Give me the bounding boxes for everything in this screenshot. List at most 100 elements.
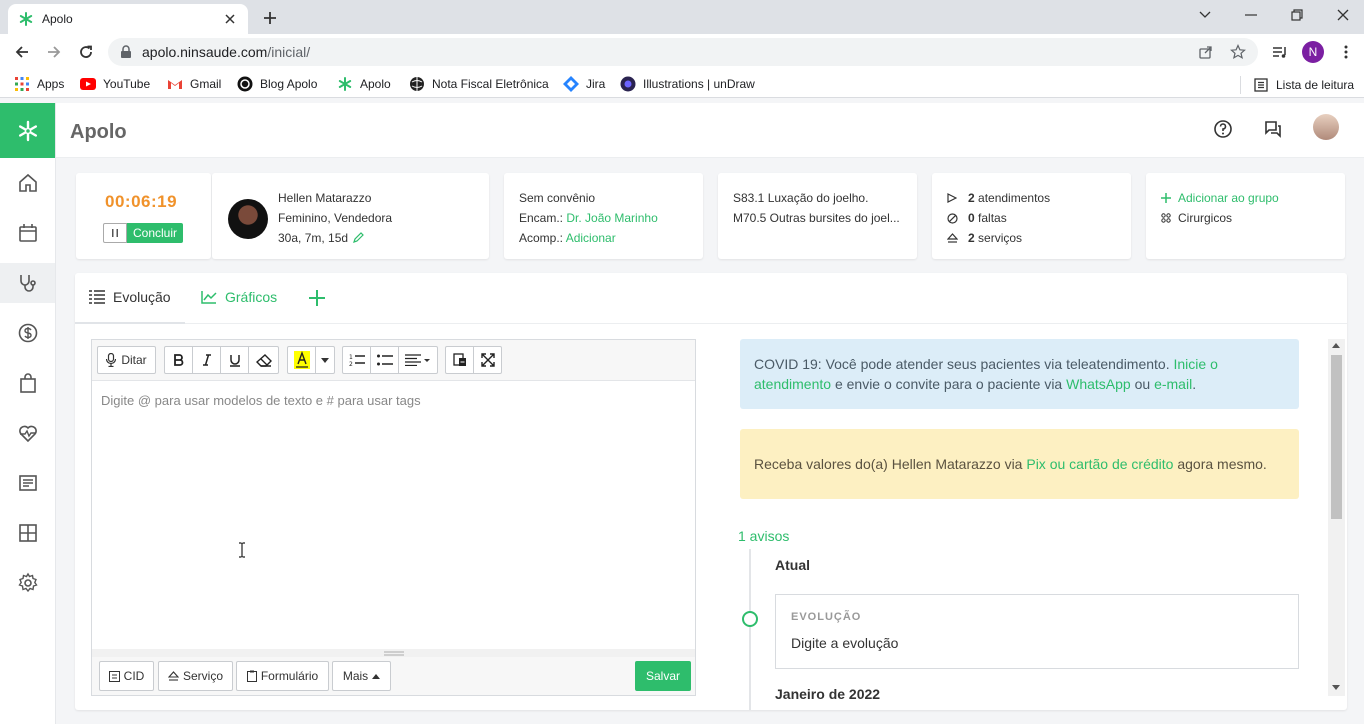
caret-up-icon <box>372 673 381 679</box>
share-icon[interactable] <box>1198 44 1214 60</box>
more-button[interactable]: Mais <box>332 661 391 691</box>
chevron-down-icon[interactable] <box>1193 5 1217 25</box>
finish-button[interactable]: Concluir <box>127 223 183 243</box>
referral-doctor-link[interactable]: Dr. João Marinho <box>566 211 657 225</box>
covid-alert: COVID 19: Você pode atender seus pacient… <box>740 339 1299 409</box>
star-icon[interactable] <box>1230 44 1246 60</box>
pause-button[interactable] <box>103 223 127 243</box>
timeline-line <box>749 549 751 710</box>
ban-icon <box>947 212 959 224</box>
underline-icon[interactable] <box>220 346 249 374</box>
home-icon[interactable] <box>0 163 55 203</box>
patient-name: Hellen Matarazzo <box>278 191 372 205</box>
svg-text:2: 2 <box>349 361 353 367</box>
diagnoses-card[interactable]: S83.1 Luxação do joelho. M70.5 Outras bu… <box>718 173 917 259</box>
bullet-list-icon[interactable] <box>370 346 399 374</box>
whatsapp-link[interactable]: WhatsApp <box>1066 376 1131 392</box>
bookmarks-bar: Apps YouTube Gmail Blog Apolo Apolo Nota… <box>0 70 1364 98</box>
service-button[interactable]: Serviço <box>158 661 233 691</box>
tab-evolution[interactable]: Evolução <box>89 289 171 305</box>
patient-details: Feminino, Vendedora <box>278 211 393 225</box>
pix-link[interactable]: Pix ou cartão de crédito <box>1026 456 1173 472</box>
eject-icon <box>947 233 959 243</box>
browser-tab-bar: Apolo <box>0 0 1364 34</box>
heart-pulse-icon[interactable] <box>0 413 55 453</box>
form-button[interactable]: Formulário <box>236 661 329 691</box>
template-icon[interactable] <box>445 346 474 374</box>
document-icon[interactable] <box>0 463 55 503</box>
italic-icon[interactable] <box>192 346 221 374</box>
bookmark-gmail[interactable]: Gmail <box>167 76 221 92</box>
dictate-button[interactable]: Ditar <box>97 346 156 374</box>
eraser-icon[interactable] <box>248 346 279 374</box>
chat-icon[interactable] <box>1261 117 1285 141</box>
pix-alert: Receba valores do(a) Hellen Matarazzo vi… <box>740 429 1299 499</box>
address-bar[interactable]: apolo.ninsaude.com/inicial/ <box>108 38 1258 66</box>
bookmark-undraw[interactable]: Illustrations | unDraw <box>620 76 755 92</box>
insurance-plan: Sem convênio <box>519 191 596 205</box>
dollar-icon[interactable] <box>0 313 55 353</box>
play-icon <box>947 193 959 203</box>
add-tab-icon[interactable] <box>309 290 325 306</box>
resize-handle[interactable] <box>92 649 695 657</box>
calendar-icon[interactable] <box>0 213 55 253</box>
bookmark-apps[interactable]: Apps <box>14 76 64 92</box>
fullscreen-icon[interactable] <box>473 346 502 374</box>
url-text: apolo.ninsaude.com/inicial/ <box>142 44 311 60</box>
apolo-logo-icon[interactable] <box>0 103 55 158</box>
session-timer: 00:06:19 <box>105 192 178 211</box>
forward-arrow-icon[interactable] <box>44 42 64 62</box>
dashboard-icon[interactable] <box>0 513 55 553</box>
media-control-icon[interactable] <box>1270 42 1290 62</box>
user-avatar[interactable] <box>1313 114 1339 140</box>
notices-link[interactable]: 1 avisos <box>738 528 789 544</box>
scroll-thumb[interactable] <box>1331 355 1342 519</box>
minimize-icon[interactable] <box>1239 5 1263 25</box>
add-to-group-link[interactable]: Adicionar ao grupo <box>1161 191 1279 205</box>
bookmark-youtube[interactable]: YouTube <box>80 76 150 92</box>
scroll-down-icon[interactable] <box>1332 685 1340 690</box>
bold-icon[interactable] <box>164 346 193 374</box>
email-link[interactable]: e-mail <box>1154 376 1192 392</box>
more-vertical-icon[interactable] <box>1336 42 1356 62</box>
restore-icon[interactable] <box>1285 5 1309 25</box>
youtube-icon <box>80 76 96 92</box>
close-tab-icon[interactable] <box>222 11 238 27</box>
scroll-up-icon[interactable] <box>1332 343 1340 348</box>
globe-icon <box>409 76 425 92</box>
services-stat: 2 serviços <box>947 231 1022 245</box>
profile-avatar[interactable]: N <box>1302 41 1324 63</box>
gear-icon[interactable] <box>0 563 55 603</box>
apolo-icon <box>337 76 353 92</box>
editor-textarea[interactable]: Digite @ para usar modelos de texto e # … <box>101 393 421 408</box>
back-arrow-icon[interactable] <box>12 42 32 62</box>
reading-list[interactable]: Lista de leitura <box>1240 76 1354 94</box>
stethoscope-icon[interactable] <box>0 263 55 303</box>
shopping-bag-icon[interactable] <box>0 363 55 403</box>
close-window-icon[interactable] <box>1331 5 1355 25</box>
add-companion-link[interactable]: Adicionar <box>566 231 616 245</box>
ordered-list-icon[interactable]: 12 <box>342 346 371 374</box>
bookmark-blog-apolo[interactable]: Blog Apolo <box>237 76 317 92</box>
scrollbar[interactable] <box>1328 339 1345 696</box>
highlight-color-icon[interactable] <box>287 346 316 374</box>
companion-line: Acomp.: Adicionar <box>519 231 616 245</box>
help-icon[interactable] <box>1211 117 1235 141</box>
caret-down-icon[interactable] <box>315 346 335 374</box>
patient-avatar <box>228 199 268 239</box>
new-tab-icon[interactable] <box>260 8 280 28</box>
tab-charts[interactable]: Gráficos <box>201 289 277 305</box>
bookmark-apolo[interactable]: Apolo <box>337 76 391 92</box>
microphone-icon <box>106 353 117 367</box>
align-icon[interactable] <box>398 346 438 374</box>
evolution-entry-card[interactable]: EVOLUÇÃO Digite a evolução <box>775 594 1299 669</box>
save-button[interactable]: Salvar <box>635 661 691 691</box>
diagnosis-1: S83.1 Luxação do joelho. <box>733 191 869 205</box>
cid-button[interactable]: CID <box>99 661 154 691</box>
browser-tab[interactable]: Apolo <box>8 4 248 34</box>
pencil-icon[interactable] <box>352 232 364 244</box>
reload-icon[interactable] <box>76 42 96 62</box>
patient-card[interactable]: Hellen Matarazzo Feminino, Vendedora 30a… <box>212 173 489 259</box>
bookmark-jira[interactable]: Jira <box>563 76 605 92</box>
bookmark-nota-fiscal[interactable]: Nota Fiscal Eletrônica <box>409 76 549 92</box>
